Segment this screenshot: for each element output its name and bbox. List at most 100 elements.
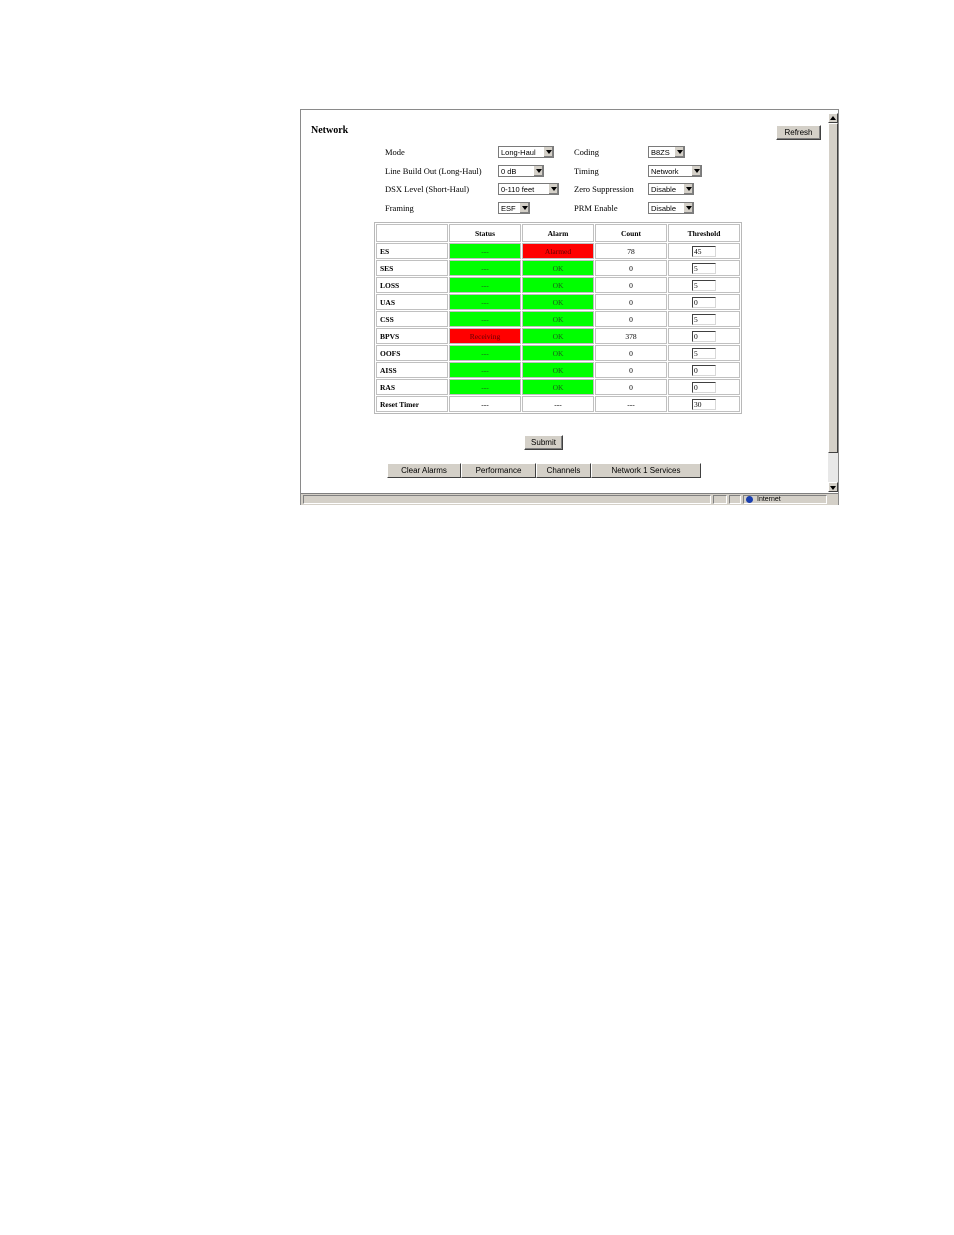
status-cell: --- (449, 311, 521, 327)
threshold-cell: 0 (668, 362, 740, 378)
table-row: OOFS --- OK 0 5 (376, 345, 740, 361)
scroll-down-arrow-icon[interactable] (828, 482, 838, 492)
threshold-input[interactable]: 5 (692, 262, 716, 274)
status-pane (713, 495, 727, 504)
lbo-select[interactable]: 0 dB (498, 165, 544, 177)
status-cell: Receiving (449, 328, 521, 344)
chevron-down-icon (519, 203, 529, 213)
status-cell: --- (449, 294, 521, 310)
alarm-table: Status Alarm Count Threshold ES --- Alar… (374, 222, 742, 414)
threshold-input[interactable]: 45 (692, 245, 716, 257)
timing-label: Timing (574, 166, 599, 176)
row-label: AISS (376, 362, 448, 378)
scroll-up-arrow-icon[interactable] (828, 113, 838, 123)
status-cell: --- (449, 345, 521, 361)
threshold-input[interactable]: 0 (692, 381, 716, 393)
vertical-scrollbar[interactable] (828, 113, 838, 492)
row-label: UAS (376, 294, 448, 310)
zero-suppression-value: Disable (651, 185, 677, 194)
table-row: AISS --- OK 0 0 (376, 362, 740, 378)
mode-select[interactable]: Long-Haul (498, 146, 554, 158)
dsx-value: 0-110 feet (501, 185, 535, 194)
refresh-button[interactable]: Refresh (776, 125, 821, 140)
chevron-down-icon (683, 184, 693, 194)
alarm-cell: OK (522, 328, 594, 344)
row-label: RAS (376, 379, 448, 395)
browser-window: Network Refresh Mode Long-Haul Line Buil… (300, 109, 839, 505)
table-row: UAS --- OK 0 0 (376, 294, 740, 310)
timing-value: Network (651, 167, 679, 176)
reset-timer-row: Reset Timer --- --- --- 30 (376, 396, 740, 412)
status-cell: --- (449, 277, 521, 293)
row-label: CSS (376, 311, 448, 327)
network-1-services-button[interactable]: Network 1 Services (591, 463, 701, 478)
row-label: SES (376, 260, 448, 276)
threshold-input[interactable]: 0 (692, 364, 716, 376)
zero-suppression-select[interactable]: Disable (648, 183, 694, 195)
count-cell: 0 (595, 345, 667, 361)
prm-enable-value: Disable (651, 204, 677, 213)
submit-button[interactable]: Submit (524, 435, 563, 450)
alarm-cell: OK (522, 362, 594, 378)
threshold-cell: 0 (668, 379, 740, 395)
reset-timer-input[interactable]: 30 (692, 398, 716, 410)
zero-suppression-label: Zero Suppression (574, 184, 634, 194)
scrollbar-thumb[interactable] (828, 123, 838, 453)
threshold-input[interactable]: 5 (692, 313, 716, 325)
page-content: Network Refresh Mode Long-Haul Line Buil… (301, 110, 828, 492)
threshold-cell: 30 (668, 396, 740, 412)
count-cell: 378 (595, 328, 667, 344)
threshold-cell: 0 (668, 328, 740, 344)
header-status: Status (449, 224, 521, 242)
coding-value: B8ZS (651, 148, 670, 157)
status-bar: Internet (301, 493, 838, 505)
globe-icon (746, 496, 753, 503)
framing-value: ESF (501, 204, 516, 213)
alarm-cell: OK (522, 277, 594, 293)
channels-button[interactable]: Channels (536, 463, 591, 478)
prm-enable-label: PRM Enable (574, 203, 618, 213)
threshold-input[interactable]: 5 (692, 347, 716, 359)
threshold-cell: 0 (668, 294, 740, 310)
count-cell: 0 (595, 362, 667, 378)
page-title: Network (311, 125, 349, 136)
threshold-input[interactable]: 0 (692, 330, 716, 342)
alarm-cell: OK (522, 294, 594, 310)
table-header-row: Status Alarm Count Threshold (376, 224, 740, 242)
alarm-cell: OK (522, 311, 594, 327)
timing-select[interactable]: Network (648, 165, 702, 177)
count-cell: 0 (595, 311, 667, 327)
row-label: OOFS (376, 345, 448, 361)
performance-button[interactable]: Performance (461, 463, 536, 478)
table-row: SES --- OK 0 5 (376, 260, 740, 276)
chevron-down-icon (533, 166, 543, 176)
table-row: ES --- Alarmed 78 45 (376, 243, 740, 259)
threshold-cell: 5 (668, 311, 740, 327)
lbo-label: Line Build Out (Long-Haul) (385, 166, 482, 176)
security-zone: Internet (743, 495, 827, 504)
threshold-input[interactable]: 5 (692, 279, 716, 291)
coding-select[interactable]: B8ZS (648, 146, 685, 158)
header-alarm: Alarm (522, 224, 594, 242)
threshold-cell: 5 (668, 345, 740, 361)
clear-alarms-button[interactable]: Clear Alarms (387, 463, 461, 478)
framing-select[interactable]: ESF (498, 202, 530, 214)
status-cell: --- (449, 396, 521, 412)
threshold-input[interactable]: 0 (692, 296, 716, 308)
coding-label: Coding (574, 147, 600, 157)
row-label: LOSS (376, 277, 448, 293)
alarm-cell: OK (522, 345, 594, 361)
chevron-down-icon (691, 166, 701, 176)
alarm-cell: OK (522, 379, 594, 395)
dsx-select[interactable]: 0-110 feet (498, 183, 559, 195)
status-cell: --- (449, 243, 521, 259)
alarm-cell: --- (522, 396, 594, 412)
count-cell: 0 (595, 379, 667, 395)
prm-enable-select[interactable]: Disable (648, 202, 694, 214)
count-cell: --- (595, 396, 667, 412)
threshold-cell: 5 (668, 277, 740, 293)
status-text-pane (303, 495, 711, 504)
zone-label: Internet (757, 496, 781, 503)
lbo-value: 0 dB (501, 167, 517, 176)
row-label: Reset Timer (376, 396, 448, 412)
